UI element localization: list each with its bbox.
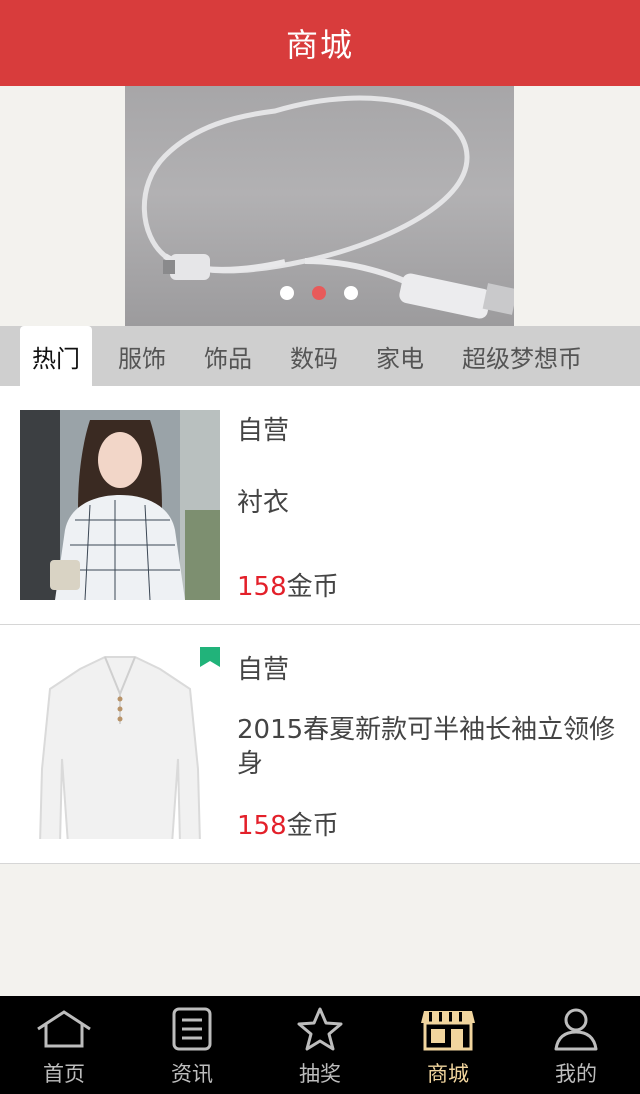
carousel-dot[interactable] xyxy=(280,286,294,300)
page-title: 商城 xyxy=(285,26,354,64)
tab-appliances[interactable]: 家电 xyxy=(364,326,436,386)
product-price: 158金币 xyxy=(237,566,339,603)
tab-super-dream-coin[interactable]: 超级梦想币 xyxy=(450,326,594,386)
tabbar-lottery[interactable]: 抽奖 xyxy=(256,996,384,1094)
product-image-white-shirt[interactable] xyxy=(20,649,220,839)
product-tag: 自营 xyxy=(237,655,290,685)
user-icon xyxy=(546,1006,606,1052)
bookmark-icon xyxy=(200,647,220,667)
tabbar-store[interactable]: 商城 xyxy=(384,996,512,1094)
product-name[interactable]: 2015春夏新款可半袖长袖立领修身 xyxy=(237,713,622,781)
product-card[interactable]: 自营 衬衣 158金币 xyxy=(0,386,640,625)
price-unit: 金币 xyxy=(286,811,339,841)
price-unit: 金币 xyxy=(286,572,339,602)
tabbar-label: 首页 xyxy=(43,1062,85,1086)
price-amount: 158 xyxy=(237,811,287,841)
app-header: 商城 xyxy=(0,0,640,86)
tabbar-mine[interactable]: 我的 xyxy=(512,996,640,1094)
product-name[interactable]: 衬衣 xyxy=(237,486,622,520)
product-price: 158金币 xyxy=(237,805,339,842)
product-tag: 自营 xyxy=(237,416,290,446)
tabbar-label: 抽奖 xyxy=(299,1062,341,1086)
home-icon xyxy=(34,1006,94,1052)
tab-clothing[interactable]: 服饰 xyxy=(106,326,178,386)
banner-carousel[interactable] xyxy=(0,86,640,326)
tabbar-label: 我的 xyxy=(555,1062,597,1086)
star-icon xyxy=(290,1006,350,1052)
price-amount: 158 xyxy=(237,572,287,602)
store-icon xyxy=(418,1006,478,1052)
tabbar-news[interactable]: 资讯 xyxy=(128,996,256,1094)
tabbar-label: 资讯 xyxy=(171,1062,213,1086)
bottom-tab-bar: 首页 资讯 抽奖 商城 我的 xyxy=(0,996,640,1094)
product-card[interactable]: 自营 2015春夏新款可半袖长袖立领修身 158金币 xyxy=(0,625,640,864)
category-tabs: 热门 服饰 饰品 数码 家电 超级梦想币 xyxy=(0,326,640,386)
tabbar-home[interactable]: 首页 xyxy=(0,996,128,1094)
carousel-indicator xyxy=(280,286,358,300)
tab-accessories[interactable]: 饰品 xyxy=(192,326,264,386)
document-icon xyxy=(162,1006,222,1052)
carousel-dot-active[interactable] xyxy=(312,286,326,300)
carousel-dot[interactable] xyxy=(344,286,358,300)
tab-digital[interactable]: 数码 xyxy=(278,326,350,386)
tab-hot[interactable]: 热门 xyxy=(20,326,92,386)
product-list: 自营 衬衣 158金币 自营 2015春夏新款可半袖长袖立领修身 158金币 xyxy=(0,386,640,864)
product-image-shirt[interactable] xyxy=(20,410,220,600)
tabbar-label: 商城 xyxy=(427,1062,469,1086)
